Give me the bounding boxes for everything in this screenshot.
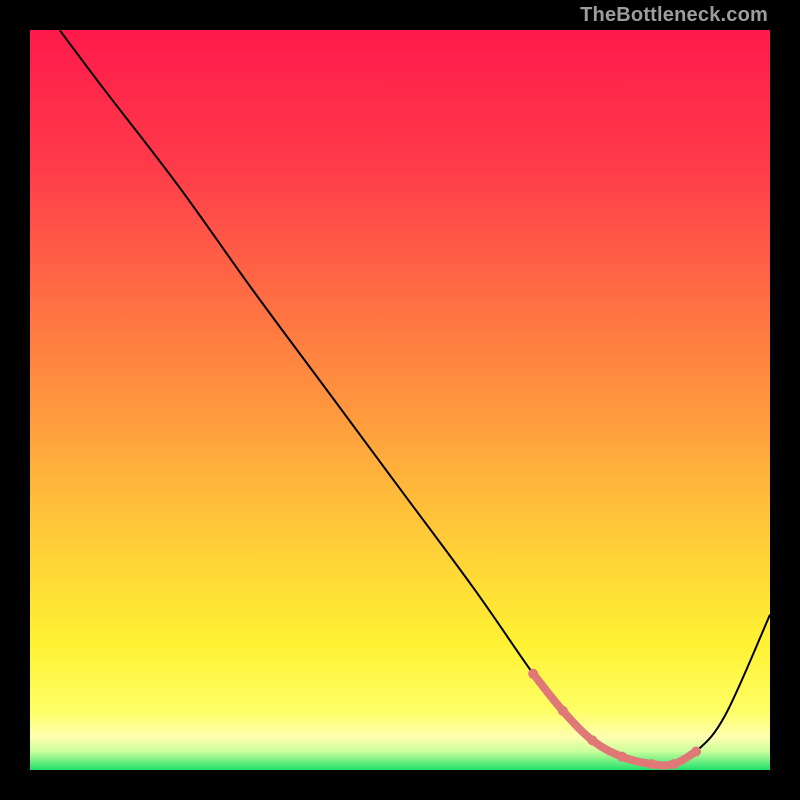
optimal-range-highlight bbox=[533, 674, 696, 766]
optimal-range-dot bbox=[528, 669, 538, 679]
optimal-range-dot bbox=[691, 747, 701, 757]
watermark-text: TheBottleneck.com bbox=[580, 4, 768, 27]
canvas-frame: TheBottleneck.com bbox=[0, 0, 800, 800]
optimal-range-dot bbox=[669, 759, 679, 769]
chart-overlay bbox=[30, 30, 770, 770]
optimal-range-dot bbox=[647, 759, 657, 769]
optimal-range-dot bbox=[558, 706, 568, 716]
optimal-range-dot bbox=[587, 735, 597, 745]
optimal-range-dot bbox=[617, 752, 627, 762]
plot-area bbox=[30, 30, 770, 770]
bottleneck-curve bbox=[60, 30, 770, 765]
